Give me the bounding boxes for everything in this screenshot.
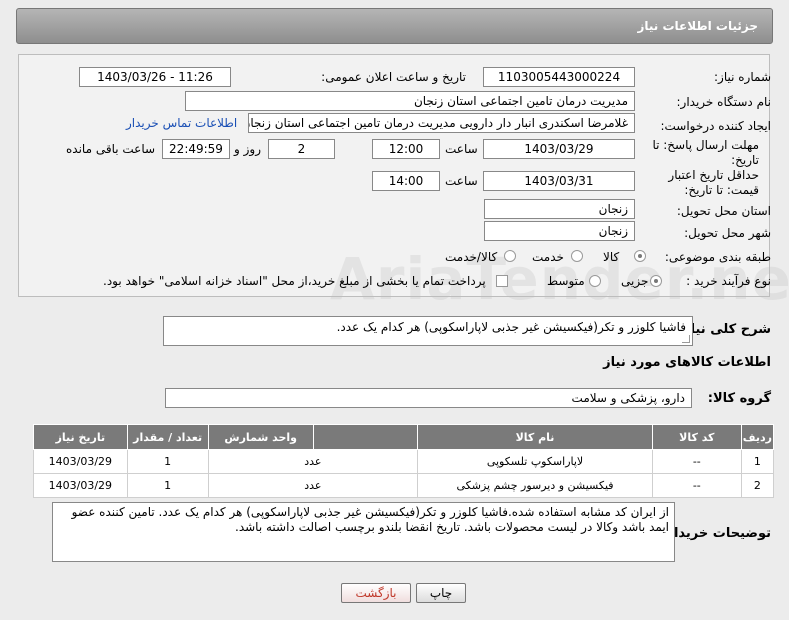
purchase-type-label: نوع فرآیند خرید : — [686, 274, 771, 288]
remaining-days-field: 2 — [268, 139, 335, 159]
buyer-notes-text: از ایران کد مشابه استفاده شده.فاشیا کلوز… — [71, 505, 669, 534]
purchase-radio-minor[interactable] — [650, 275, 662, 287]
col-unit-count — [312, 424, 419, 450]
col-quantity: تعداد / مقدار — [126, 424, 209, 450]
purchase-option-medium: متوسط — [547, 274, 585, 288]
validity-time-field: 14:00 — [372, 171, 440, 191]
cell-unit: عدد — [207, 473, 419, 498]
reply-time-label: ساعت — [445, 142, 478, 156]
days-label: روز و — [234, 142, 261, 156]
category-label: طبقه بندی موضوعی: — [664, 250, 771, 264]
table-row: 1403/03/29 1 عدد فیکسیشن و دیرسور چشم پز… — [33, 473, 775, 498]
page-header: جزئیات اطلاعات نیاز — [16, 8, 773, 44]
page-title: جزئیات اطلاعات نیاز — [637, 19, 758, 33]
announce-datetime-label: تاریخ و ساعت اعلان عمومی: — [321, 70, 466, 84]
cell-quantity: 1 — [126, 449, 209, 474]
category-option-goods-service: کالا/خدمت — [445, 250, 498, 264]
goods-info-title: اطلاعات کالاهای مورد نیاز — [603, 355, 771, 370]
description-text: فاشیا کلوزر و تکر(فیکسیشن غیر جذبی لاپار… — [336, 320, 686, 334]
requester-field: غلامرضا اسکندری انبار دار دارویی مدیریت … — [248, 113, 635, 133]
reply-deadline-label: مهلت ارسال پاسخ: تا تاریخ: — [652, 138, 759, 167]
validity-time-label: ساعت — [445, 174, 478, 188]
remaining-time-field: 22:49:59 — [162, 139, 230, 159]
category-option-service: خدمت — [532, 250, 564, 264]
buyer-org-field: مدیریت درمان تامین اجتماعی استان زنجان — [185, 91, 635, 111]
col-unit: واحد شمارش — [207, 424, 314, 450]
description-textarea[interactable]: فاشیا کلوزر و تکر(فیکسیشن غیر جذبی لاپار… — [163, 316, 693, 346]
cell-need-date: 1403/03/29 — [33, 449, 128, 474]
category-radio-goods-service[interactable] — [504, 250, 516, 262]
col-product-code: کد کالا — [651, 424, 742, 450]
requester-label: ایجاد کننده درخواست: — [660, 119, 771, 133]
cell-product-code: -- — [651, 449, 742, 474]
cell-product-code: -- — [651, 473, 742, 498]
cell-product-name: لاپاراسکوپ تلسکوپی — [417, 449, 653, 474]
cell-unit: عدد — [207, 449, 419, 474]
validity-date-field: 1403/03/31 — [483, 171, 635, 191]
cell-row-number: 2 — [740, 473, 775, 498]
reply-date-field: 1403/03/29 — [483, 139, 635, 159]
province-label: استان محل تحویل: — [676, 204, 771, 218]
table-header-row: تاریخ نیاز تعداد / مقدار واحد شمارش نام … — [33, 424, 775, 450]
purchase-option-minor: جزیی — [621, 274, 649, 288]
goods-group-label: گروه کالا: — [707, 391, 771, 406]
back-button[interactable]: بازگشت — [341, 583, 411, 603]
col-row-number: ردیف — [740, 424, 775, 450]
table-row: 1403/03/29 1 عدد لاپاراسکوپ تلسکوپی -- 1 — [33, 449, 775, 474]
need-number-field: 1103005443000224 — [483, 67, 635, 87]
goods-group-field: دارو، پزشکی و سلامت — [165, 388, 692, 408]
buyer-contact-link[interactable]: اطلاعات تماس خریدار — [126, 116, 237, 130]
price-validity-label: حداقل تاریخ اعتبار قیمت: تا تاریخ: — [668, 168, 759, 197]
cell-row-number: 1 — [740, 449, 775, 474]
resize-grip-icon — [682, 335, 690, 343]
treasury-payment-note: پرداخت تمام یا بخشی از مبلغ خرید،از محل … — [103, 274, 486, 288]
cell-product-name: فیکسیشن و دیرسور چشم پزشکی — [417, 473, 653, 498]
remaining-label: ساعت باقی مانده — [66, 142, 156, 156]
purchase-radio-medium[interactable] — [589, 275, 601, 287]
city-field: زنجان — [484, 221, 635, 241]
col-product-name: نام کالا — [417, 424, 653, 450]
cell-quantity: 1 — [126, 473, 209, 498]
reply-time-field: 12:00 — [372, 139, 440, 159]
buyer-notes-label: توضیحات خریدار: — [661, 526, 771, 541]
treasury-payment-checkbox[interactable] — [496, 275, 508, 287]
buyer-notes-textarea[interactable]: از ایران کد مشابه استفاده شده.فاشیا کلوز… — [52, 502, 675, 562]
cell-need-date: 1403/03/29 — [33, 473, 128, 498]
buyer-org-label: نام دستگاه خریدار: — [676, 95, 772, 109]
category-radio-goods[interactable] — [634, 250, 646, 262]
category-option-goods: کالا — [603, 250, 620, 264]
announce-datetime-field: 1403/03/26 - 11:26 — [79, 67, 231, 87]
city-label: شهر محل تحویل: — [684, 226, 771, 240]
print-button[interactable]: چاپ — [416, 583, 466, 603]
category-radio-service[interactable] — [571, 250, 583, 262]
province-field: زنجان — [484, 199, 635, 219]
col-need-date: تاریخ نیاز — [33, 424, 128, 450]
goods-table: تاریخ نیاز تعداد / مقدار واحد شمارش نام … — [33, 424, 775, 498]
need-number-label: شماره نیاز: — [714, 70, 771, 84]
